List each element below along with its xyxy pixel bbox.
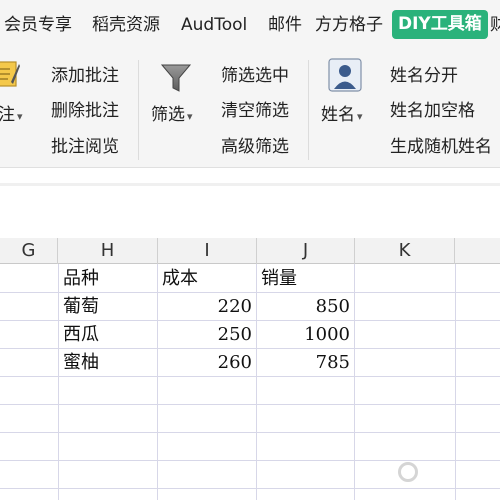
add-comment-button[interactable]: 添加批注 <box>51 65 119 87</box>
name-dropdown-label: 姓名 <box>321 105 355 125</box>
add-space-to-name-button[interactable]: 姓名加空格 <box>390 100 475 122</box>
table-cell-cost[interactable]: 250 <box>157 320 256 348</box>
divider <box>0 183 500 186</box>
filter-selection-button[interactable]: 筛选选中 <box>221 65 289 87</box>
person-icon[interactable] <box>328 58 362 92</box>
chevron-down-icon: ▾ <box>357 110 363 123</box>
note-icon[interactable] <box>0 60 20 90</box>
tab-finance[interactable]: 财 <box>490 14 500 36</box>
column-header-j[interactable]: J <box>257 238 355 264</box>
table-cell-cost[interactable]: 260 <box>157 348 256 376</box>
grid-line <box>0 404 500 405</box>
grid-line <box>0 376 500 377</box>
tab-audtool[interactable]: AudTool <box>181 14 247 36</box>
advanced-filter-button[interactable]: 高级筛选 <box>221 136 289 158</box>
filter-dropdown[interactable]: 筛选 ▾ <box>151 104 193 128</box>
comment-dropdown-label: 注 <box>0 105 15 125</box>
table-cell-variety[interactable]: 葡萄 <box>58 292 157 320</box>
grid-line <box>0 432 500 433</box>
filter-dropdown-label: 筛选 <box>151 105 185 125</box>
comment-dropdown[interactable]: 注 ▾ <box>0 104 23 128</box>
ribbon-tab-bar: 会员专享 稻壳资源 AudTool 邮件 方方格子 DIY工具箱 财 <box>0 0 500 48</box>
tab-fangfang-gezi[interactable]: 方方格子 <box>315 14 383 36</box>
tab-diy-toolbox[interactable]: DIY工具箱 <box>392 10 488 39</box>
ribbon-separator <box>308 60 309 160</box>
split-name-button[interactable]: 姓名分开 <box>390 65 458 87</box>
paw-icon <box>398 462 418 482</box>
view-comments-button[interactable]: 批注阅览 <box>51 136 119 158</box>
funnel-icon[interactable] <box>160 62 192 94</box>
tab-docer-resources[interactable]: 稻壳资源 <box>92 14 160 36</box>
grid-line <box>354 264 355 500</box>
ribbon-toolbar: 注 ▾ 添加批注 删除批注 批注阅览 筛选 ▾ 筛选选中 清空筛选 高级筛选 姓名 ▾… <box>0 48 500 168</box>
header-cell-cost[interactable]: 成本 <box>157 264 256 292</box>
table-cell-variety[interactable]: 蜜柚 <box>58 348 157 376</box>
column-header-g[interactable]: G <box>0 238 58 264</box>
header-cell-sales[interactable]: 销量 <box>256 264 354 292</box>
column-header-h[interactable]: H <box>58 238 158 264</box>
chevron-down-icon: ▾ <box>187 110 193 123</box>
table-cell-variety[interactable]: 西瓜 <box>58 320 157 348</box>
formula-bar-area <box>0 168 500 238</box>
random-name-button[interactable]: 生成随机姓名 <box>390 136 492 158</box>
column-header-i[interactable]: I <box>158 238 257 264</box>
column-header-k[interactable]: K <box>355 238 455 264</box>
chevron-down-icon: ▾ <box>17 110 23 123</box>
delete-comment-button[interactable]: 删除批注 <box>51 100 119 122</box>
table-cell-sales[interactable]: 785 <box>256 348 354 376</box>
tab-mail[interactable]: 邮件 <box>268 14 302 36</box>
table-cell-sales[interactable]: 1000 <box>256 320 354 348</box>
ribbon-separator <box>138 60 139 160</box>
name-dropdown[interactable]: 姓名 ▾ <box>321 104 363 128</box>
tab-member-exclusive[interactable]: 会员专享 <box>4 14 72 36</box>
clear-filter-button[interactable]: 清空筛选 <box>221 100 289 122</box>
table-cell-sales[interactable]: 850 <box>256 292 354 320</box>
header-cell-variety[interactable]: 品种 <box>58 264 157 292</box>
watermark-logo <box>380 452 495 492</box>
column-header-row: G H I J K <box>0 238 500 264</box>
table-cell-cost[interactable]: 220 <box>157 292 256 320</box>
